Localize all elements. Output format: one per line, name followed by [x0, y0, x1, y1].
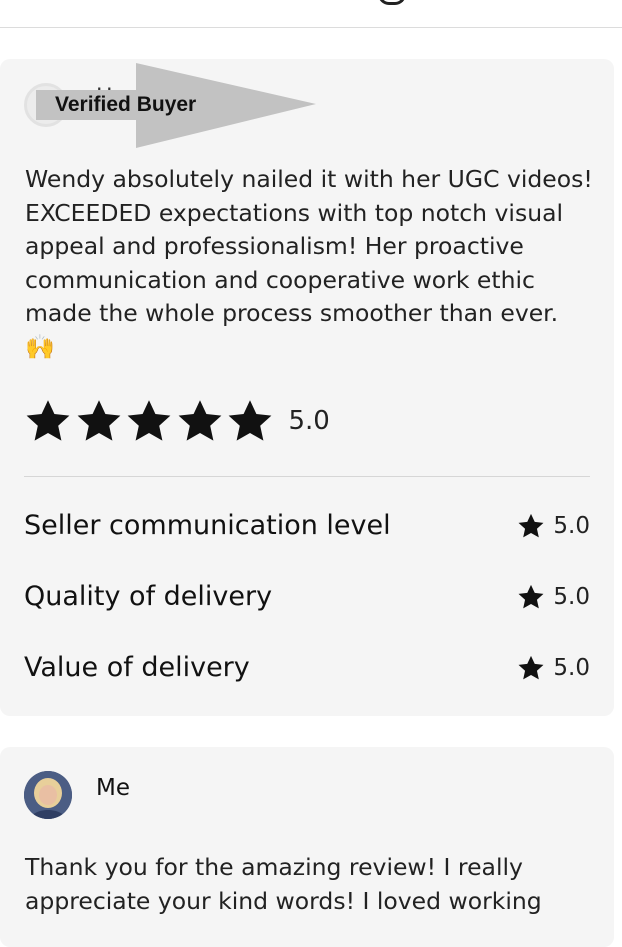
review-text: Wendy absolutely nailed it with her UGC … — [25, 165, 593, 328]
star-icon — [26, 400, 70, 441]
metric-row-value: Value of delivery 5.0 — [24, 652, 590, 692]
user-avatar[interactable] — [24, 771, 72, 819]
metric-value: 5.0 — [517, 654, 590, 682]
metric-score: 5.0 — [553, 584, 590, 610]
metric-row-communication: Seller communication level 5.0 — [24, 510, 590, 550]
page-header — [0, 0, 622, 28]
metric-label: Quality of delivery — [24, 581, 273, 612]
metric-row-quality: Quality of delivery 5.0 — [24, 581, 590, 621]
metric-score: 5.0 — [553, 655, 590, 681]
review-body: Wendy absolutely nailed it with her UGC … — [25, 163, 595, 365]
reply-text: Thank you for the amazing review! I real… — [25, 853, 542, 915]
raised-hands-emoji: 🙌 — [25, 332, 55, 361]
avatar-photo — [24, 771, 72, 819]
metric-score: 5.0 — [553, 513, 590, 539]
star-icon — [518, 584, 544, 609]
review-card: Hole ...g Verified Buyer Wendy absolutel… — [0, 59, 614, 716]
reply-card: Me Thank you for the amazing review! I r… — [0, 747, 614, 947]
star-icon — [178, 400, 221, 441]
metric-label: Seller communication level — [24, 510, 391, 541]
overall-rating: 5.0 — [24, 397, 330, 445]
star-icon — [518, 655, 544, 680]
star-icon — [127, 400, 171, 441]
metric-value: 5.0 — [517, 583, 590, 611]
star-icon — [77, 400, 120, 441]
overall-rating-value: 5.0 — [288, 406, 330, 436]
star-icon — [228, 400, 272, 441]
header-title-fragment — [378, 0, 406, 5]
verified-buyer-label: Verified Buyer — [55, 93, 197, 116]
star-icon — [518, 513, 544, 538]
metric-value: 5.0 — [517, 512, 590, 540]
metric-label: Value of delivery — [24, 652, 250, 683]
reply-author: Me — [96, 775, 130, 801]
verified-buyer-badge: Verified Buyer — [36, 63, 316, 148]
divider — [24, 476, 590, 477]
